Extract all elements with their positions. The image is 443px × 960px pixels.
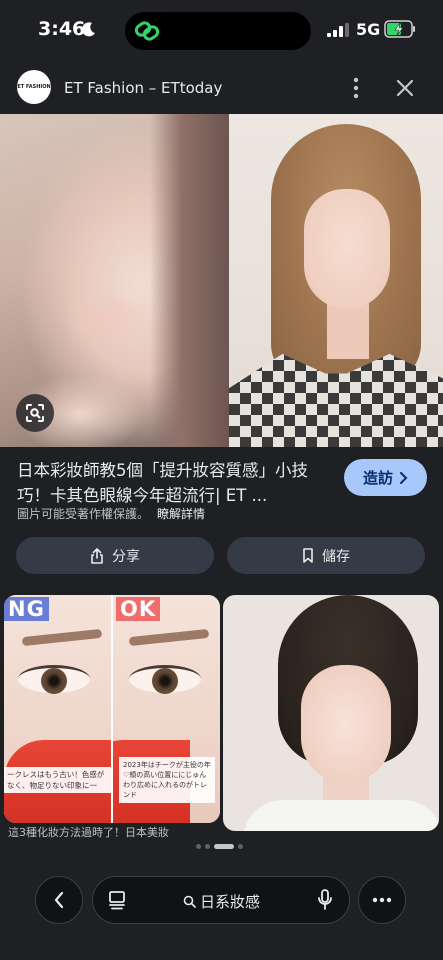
chevron-left-icon [54, 891, 64, 909]
copyright-text: 圖片可能受著作權保護。 [17, 507, 150, 521]
learn-more-link[interactable]: 瞭解詳情 [157, 507, 205, 521]
page-dot-active [214, 843, 234, 849]
screen: 3:46 5G ET FASHION ET Fashion – ETtoday [0, 0, 443, 960]
ok-panel: OK 2023年はチークが主役の年♡頬の高い位置ににじゅんわり広めに入れるのがト… [113, 595, 220, 823]
ng-panel: NG ークレスはもう古い！色感がなく、物足りない印象に一 [4, 595, 111, 823]
link-icon [134, 21, 160, 41]
network-label: 5G [356, 20, 381, 39]
share-label: 分享 [112, 548, 140, 565]
ng-caption: ークレスはもう古い！色感がなく、物足りない印象に一 [4, 767, 111, 793]
tabs-icon[interactable] [108, 890, 126, 910]
site-title: ET Fashion – ETtoday [64, 79, 223, 97]
face-shape [301, 665, 391, 783]
related-image-portrait[interactable] [223, 595, 439, 831]
eyebrow-shape [21, 628, 103, 647]
status-bar: 3:46 5G [0, 0, 443, 60]
dynamic-island [125, 12, 311, 50]
search-icon [183, 895, 196, 908]
top-shape [243, 800, 439, 831]
moon-icon [82, 22, 95, 37]
lens-icon [26, 404, 44, 422]
ng-tag: NG [4, 597, 49, 621]
share-icon [91, 547, 103, 564]
share-button[interactable]: 分享 [16, 537, 214, 574]
face-shape [304, 189, 390, 309]
related-image-makeup[interactable]: NG ークレスはもう古い！色感がなく、物足りない印象に一 OK 2023年はチー… [4, 595, 220, 823]
back-button[interactable] [35, 876, 83, 924]
mic-icon[interactable] [317, 889, 333, 911]
search-bar[interactable]: 日系妝感 [92, 876, 350, 924]
search-query-text: 日系妝感 [200, 893, 261, 911]
search-query[interactable]: 日系妝感 [183, 891, 260, 912]
menu-button[interactable] [358, 876, 406, 924]
signal-icon [327, 23, 349, 37]
result-header: ET FASHION ET Fashion – ETtoday [0, 64, 443, 112]
save-label: 儲存 [322, 548, 350, 565]
status-time: 3:46 [38, 18, 86, 40]
eye-shape [129, 665, 201, 694]
more-horiz-icon [372, 897, 392, 903]
eye-shape [18, 665, 90, 694]
page-dot [205, 843, 210, 849]
ok-caption: 2023年はチークが主役の年♡頬の高い位置ににじゅんわり広めに入れるのがトレンド [119, 757, 215, 803]
battery-charging-icon [384, 20, 415, 38]
more-vert-icon[interactable] [346, 75, 366, 101]
page-indicator [196, 843, 243, 849]
visit-label: 造訪 [362, 469, 393, 487]
ok-tag: OK [116, 597, 161, 621]
save-button[interactable]: 儲存 [227, 537, 425, 574]
chevron-right-icon [400, 471, 408, 484]
eyebrow-shape [128, 628, 210, 647]
result-title[interactable]: 日本彩妝師教5個「提升妝容質感」小技巧！卡其色眼線今年超流行| ET ... [17, 458, 327, 508]
site-logo: ET FASHION [17, 70, 51, 104]
result-image[interactable] [0, 114, 443, 447]
page-dot [238, 843, 243, 849]
copyright-note: 圖片可能受著作權保護。 瞭解詳情 [17, 505, 205, 522]
bookmark-icon [303, 548, 313, 563]
close-icon[interactable] [394, 77, 416, 99]
lens-search-button[interactable] [16, 394, 54, 432]
page-dot [196, 843, 201, 849]
visit-button[interactable]: 造訪 [344, 459, 427, 496]
image-panel-right [229, 114, 443, 447]
related-caption[interactable]: 這3種化妝方法過時了！日本美妝 [8, 824, 220, 840]
hair-shape [150, 114, 229, 447]
